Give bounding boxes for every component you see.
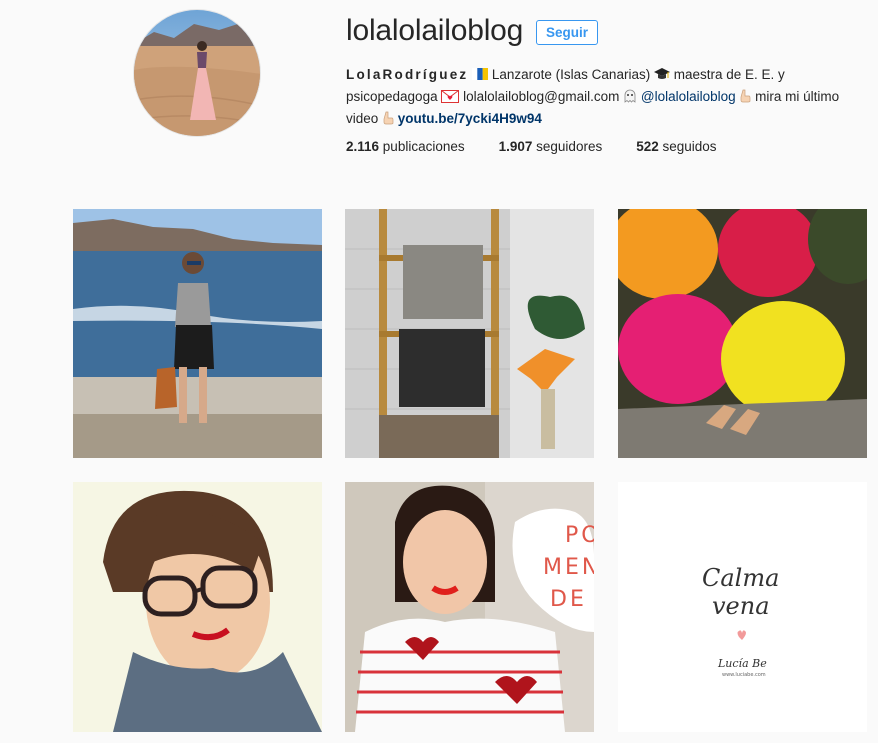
post6-url: www.luciabe.com — [722, 672, 766, 678]
post6-signature: Lucía Be — [717, 657, 767, 670]
post5-text-3: DE T — [550, 587, 594, 612]
post-image-selfie-glasses — [73, 482, 322, 732]
posts-count: 2.116 publicaciones — [346, 139, 465, 154]
ghost-icon — [623, 89, 637, 105]
pointing-hand-icon — [739, 89, 751, 105]
profile-bio: LolaRodríguez Lanzarote (Islas Canarias)… — [346, 64, 866, 130]
post-image-striped-top: PO MEN DE T — [345, 482, 594, 732]
post-thumbnail-5[interactable]: PO MEN DE T — [345, 482, 594, 732]
post-image-calma-vena: Calma vena Lucía Be www.luciabe.com — [618, 482, 867, 732]
following-link[interactable]: 522 seguidos — [636, 139, 716, 154]
post5-text-2: MEN — [543, 555, 594, 580]
post-thumbnail-2[interactable] — [345, 209, 594, 458]
graduation-cap-icon — [653, 68, 670, 83]
post-image-ladder — [345, 209, 594, 458]
post-image-flowers — [618, 209, 867, 458]
profile-full-name: LolaRodríguez — [346, 67, 469, 82]
post-thumbnail-4[interactable] — [73, 482, 322, 732]
post-thumbnail-6[interactable]: Calma vena Lucía Be www.luciabe.com — [618, 482, 867, 732]
avatar-image — [134, 10, 260, 136]
bio-mention-link[interactable]: @lolalolailoblog — [641, 89, 736, 104]
love-letter-icon — [441, 90, 460, 105]
post5-text-1: PO — [565, 523, 594, 548]
followers-link[interactable]: 1.907 seguidores — [499, 139, 603, 154]
bio-email: lolalolailoblog@gmail.com — [459, 89, 624, 104]
profile-avatar[interactable] — [133, 9, 261, 137]
profile-username: lolalolailoblog — [346, 14, 524, 47]
flag-canarias-icon — [472, 68, 489, 83]
bio-external-link[interactable]: youtu.be/7ycki4H9w94 — [398, 111, 542, 126]
bio-location: Lanzarote (Islas Canarias) — [488, 67, 654, 82]
post-image-beach — [73, 209, 322, 458]
post6-text-2: vena — [712, 592, 770, 620]
follow-button[interactable]: Seguir — [536, 20, 599, 45]
post6-text-1: Calma — [702, 564, 779, 592]
post-thumbnail-1[interactable] — [73, 209, 322, 458]
profile-stats: 2.116 publicaciones 1.907 seguidores 522… — [346, 139, 751, 154]
post-thumbnail-3[interactable] — [618, 209, 867, 458]
pointing-hand-icon — [382, 111, 394, 127]
